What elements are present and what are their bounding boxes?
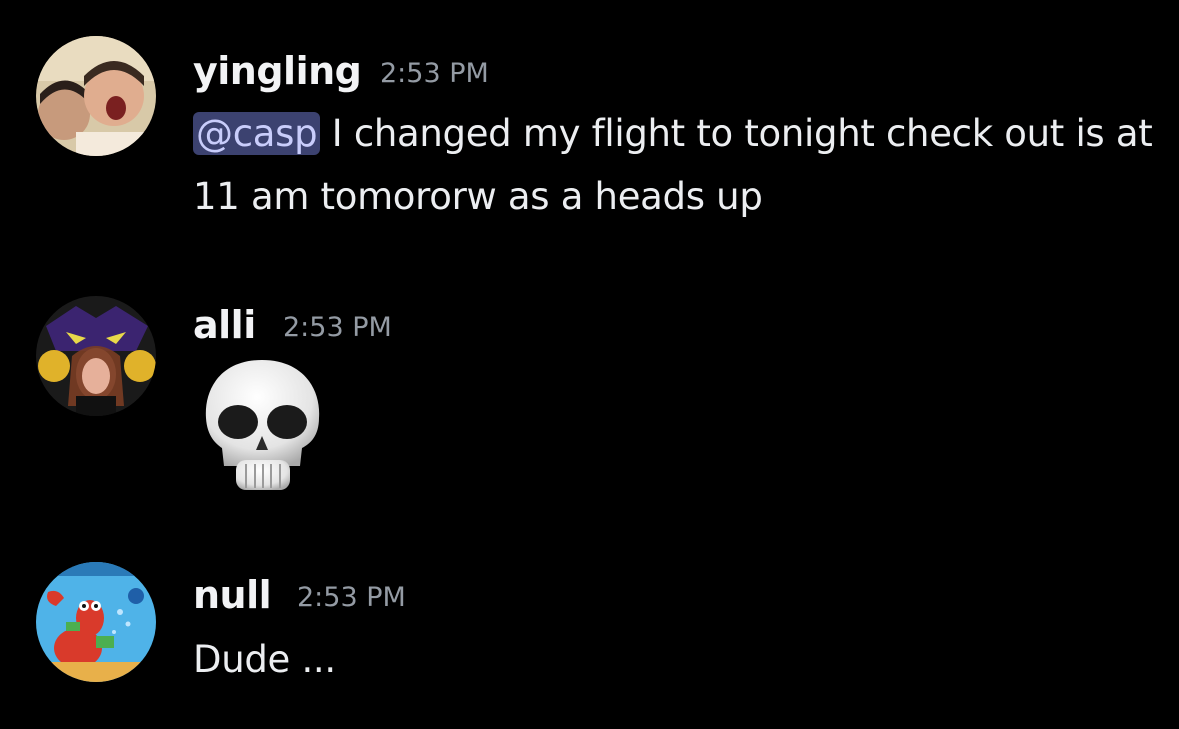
user-avatar[interactable] [36,562,156,682]
message-item: null 2:53 PM Dude ... [0,0,1179,729]
user-avatar-cartoon-crab-icon [36,562,156,682]
message-timestamp: 2:53 PM [297,582,406,613]
message-content: Dude ... [193,628,1153,691]
message-text: Dude ... [193,638,336,681]
message-username[interactable]: null [193,576,272,614]
chat-message-list: yingling 2:53 PM @casp I changed my flig… [0,0,1179,729]
